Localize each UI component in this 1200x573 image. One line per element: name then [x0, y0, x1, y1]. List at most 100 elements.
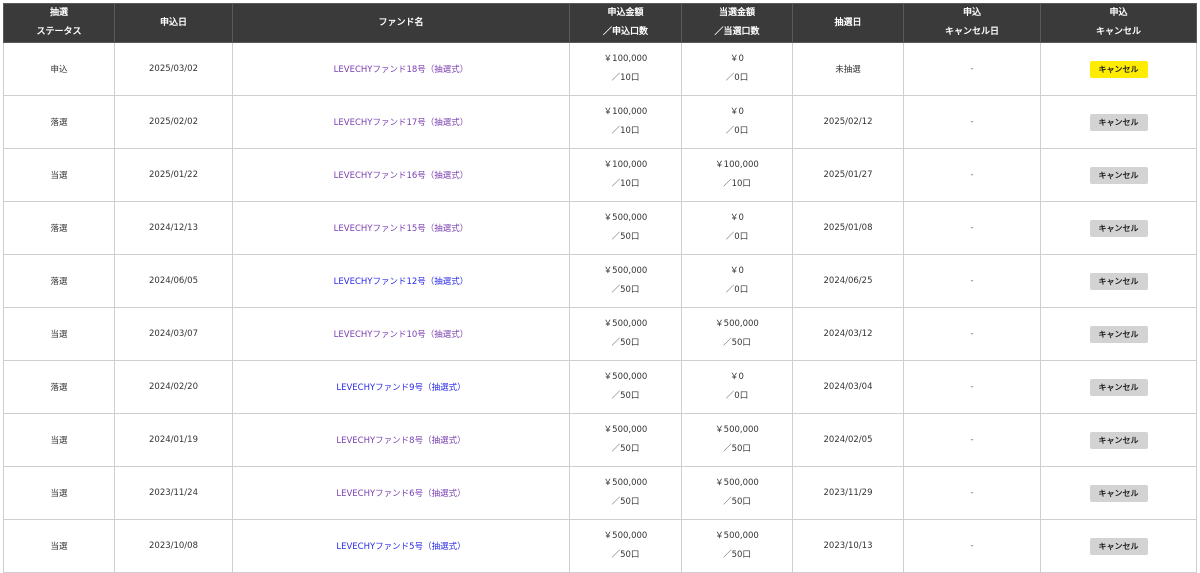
won-amount-value: ￥500,000	[715, 478, 759, 488]
row-cancel-date: -	[903, 307, 1041, 361]
fund-name-link[interactable]: LEVECHYファンド5号（抽選式）	[336, 542, 465, 552]
row-draw-date: 2024/03/12	[792, 307, 904, 361]
fund-name-link[interactable]: LEVECHYファンド9号（抽選式）	[336, 383, 465, 393]
won-units-value: ／50口	[723, 550, 751, 560]
apply-amount-value: ￥100,000	[603, 54, 648, 64]
apply-units-value: ／10口	[611, 179, 640, 189]
row-won-amount: ￥0 ／0口	[681, 201, 793, 255]
cancel-button[interactable]: キャンセル	[1089, 272, 1148, 290]
row-draw-date: 2024/06/25	[792, 254, 904, 308]
won-units-value: ／50口	[723, 497, 751, 507]
header-fund-name: ファンド名	[232, 3, 570, 43]
row-status: 落選	[3, 254, 115, 308]
row-won-amount: ￥0 ／0口	[681, 42, 793, 96]
row-cancel-date: -	[903, 95, 1041, 149]
row-fund-cell: LEVECHYファンド5号（抽選式）	[232, 519, 570, 573]
row-status: 落選	[3, 360, 115, 414]
header-draw-date: 抽選日	[792, 3, 904, 43]
row-cancel-cell: キャンセル	[1040, 148, 1197, 202]
row-cancel-date: -	[903, 360, 1041, 414]
cancel-button[interactable]: キャンセル	[1089, 166, 1148, 184]
row-fund-cell: LEVECHYファンド9号（抽選式）	[232, 360, 570, 414]
cancel-button[interactable]: キャンセル	[1089, 113, 1148, 131]
row-won-amount: ￥500,000 ／50口	[681, 413, 793, 467]
fund-name-link[interactable]: LEVECHYファンド17号（抽選式）	[334, 118, 469, 128]
apply-units-value: ／50口	[611, 444, 640, 454]
apply-units-value: ／10口	[611, 126, 640, 136]
apply-units-value: ／50口	[611, 497, 640, 507]
row-cancel-date: -	[903, 148, 1041, 202]
cancel-button[interactable]: キャンセル	[1089, 484, 1148, 502]
lottery-history-container: 抽選 ステータス 申込日 ファンド名 申込金額 ／申込口数 当選金額 ／当選口数 抽選…	[3, 3, 1197, 573]
row-apply-date: 2023/11/24	[114, 466, 233, 520]
row-cancel-cell: キャンセル	[1040, 519, 1197, 573]
row-won-amount: ￥100,000 ／10口	[681, 148, 793, 202]
row-fund-cell: LEVECHYファンド16号（抽選式）	[232, 148, 570, 202]
fund-name-link[interactable]: LEVECHYファンド10号（抽選式）	[334, 330, 469, 340]
row-apply-amount: ￥100,000 ／10口	[569, 42, 682, 96]
header-cancel-date: 申込 キャンセル日	[903, 3, 1041, 43]
row-fund-cell: LEVECHYファンド15号（抽選式）	[232, 201, 570, 255]
fund-name-link[interactable]: LEVECHYファンド6号（抽選式）	[336, 489, 465, 499]
fund-name-link[interactable]: LEVECHYファンド16号（抽選式）	[334, 171, 469, 181]
won-amount-value: ￥0	[730, 213, 744, 223]
row-cancel-date: -	[903, 519, 1041, 573]
row-won-amount: ￥500,000 ／50口	[681, 519, 793, 573]
table-row: 当選 2024/03/07 LEVECHYファンド10号（抽選式） ￥500,0…	[3, 307, 1197, 361]
won-amount-value: ￥500,000	[715, 319, 759, 329]
row-apply-date: 2024/01/19	[114, 413, 233, 467]
row-fund-cell: LEVECHYファンド17号（抽選式）	[232, 95, 570, 149]
row-draw-date: 2023/10/13	[792, 519, 904, 573]
won-amount-value: ￥500,000	[715, 531, 759, 541]
apply-amount-value: ￥500,000	[603, 266, 648, 276]
row-draw-date: 2025/01/27	[792, 148, 904, 202]
table-row: 当選 2023/11/24 LEVECHYファンド6号（抽選式） ￥500,00…	[3, 466, 1197, 520]
row-fund-cell: LEVECHYファンド18号（抽選式）	[232, 42, 570, 96]
row-cancel-cell: キャンセル	[1040, 413, 1197, 467]
table-row: 当選 2023/10/08 LEVECHYファンド5号（抽選式） ￥500,00…	[3, 519, 1197, 573]
won-amount-value: ￥0	[730, 372, 744, 382]
table-row: 落選 2024/06/05 LEVECHYファンド12号（抽選式） ￥500,0…	[3, 254, 1197, 308]
row-cancel-date: -	[903, 466, 1041, 520]
apply-units-value: ／50口	[611, 391, 640, 401]
row-draw-date: 2023/11/29	[792, 466, 904, 520]
fund-name-link[interactable]: LEVECHYファンド15号（抽選式）	[334, 224, 469, 234]
row-draw-date: 2024/03/04	[792, 360, 904, 414]
apply-units-value: ／50口	[611, 232, 640, 242]
cancel-button[interactable]: キャンセル	[1089, 431, 1148, 449]
row-cancel-date: -	[903, 201, 1041, 255]
row-draw-date: 2024/02/05	[792, 413, 904, 467]
row-cancel-date: -	[903, 254, 1041, 308]
fund-name-link[interactable]: LEVECHYファンド12号（抽選式）	[334, 277, 469, 287]
row-apply-date: 2025/01/22	[114, 148, 233, 202]
row-status: 落選	[3, 201, 115, 255]
table-body: 申込 2025/03/02 LEVECHYファンド18号（抽選式） ￥100,0…	[3, 42, 1197, 573]
won-amount-value: ￥100,000	[715, 160, 759, 170]
row-draw-date: 2025/02/12	[792, 95, 904, 149]
fund-name-link[interactable]: LEVECHYファンド8号（抽選式）	[336, 436, 465, 446]
cancel-button[interactable]: キャンセル	[1089, 219, 1148, 237]
row-apply-amount: ￥500,000 ／50口	[569, 466, 682, 520]
cancel-button[interactable]: キャンセル	[1089, 378, 1148, 396]
apply-units-value: ／10口	[611, 73, 640, 83]
won-units-value: ／50口	[723, 338, 751, 348]
row-won-amount: ￥0 ／0口	[681, 95, 793, 149]
row-apply-amount: ￥500,000 ／50口	[569, 201, 682, 255]
row-status: 当選	[3, 307, 115, 361]
cancel-button[interactable]: キャンセル	[1089, 537, 1148, 555]
row-cancel-cell: キャンセル	[1040, 360, 1197, 414]
apply-amount-value: ￥500,000	[603, 213, 648, 223]
row-cancel-cell: キャンセル	[1040, 466, 1197, 520]
lottery-history-table: 抽選 ステータス 申込日 ファンド名 申込金額 ／申込口数 当選金額 ／当選口数 抽選…	[3, 3, 1197, 573]
cancel-button[interactable]: キャンセル	[1089, 60, 1148, 78]
row-status: 当選	[3, 413, 115, 467]
cancel-button[interactable]: キャンセル	[1089, 325, 1148, 343]
row-apply-amount: ￥100,000 ／10口	[569, 148, 682, 202]
row-cancel-cell: キャンセル	[1040, 307, 1197, 361]
fund-name-link[interactable]: LEVECHYファンド18号（抽選式）	[334, 65, 469, 75]
row-fund-cell: LEVECHYファンド10号（抽選式）	[232, 307, 570, 361]
header-won-amount: 当選金額 ／当選口数	[681, 3, 793, 43]
row-cancel-cell: キャンセル	[1040, 42, 1197, 96]
row-won-amount: ￥0 ／0口	[681, 360, 793, 414]
row-won-amount: ￥500,000 ／50口	[681, 307, 793, 361]
